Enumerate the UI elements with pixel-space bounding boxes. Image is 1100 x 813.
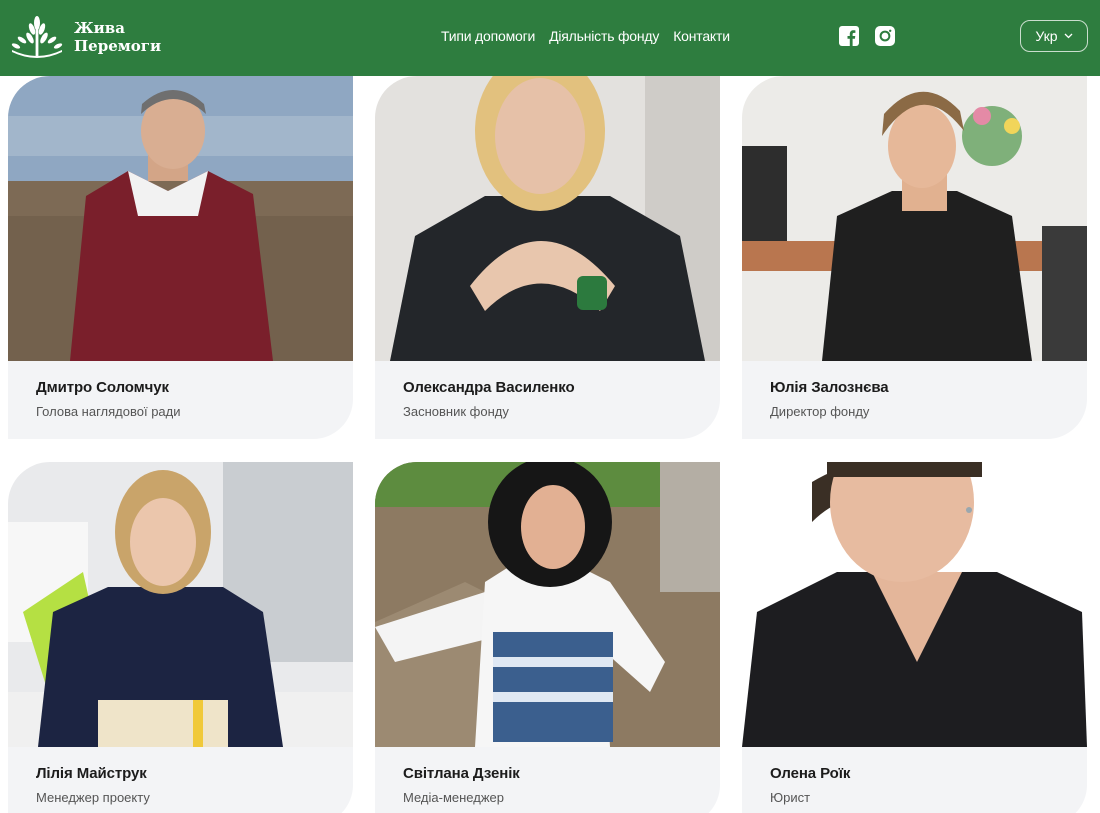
chevron-down-icon — [1064, 33, 1073, 39]
language-selected: Укр — [1035, 28, 1058, 44]
member-info: Світлана Дзенік Медіа-менеджер — [375, 747, 720, 813]
team-card[interactable]: Юлія Залознєва Директор фонду — [742, 76, 1087, 439]
team-grid: Дмитро Соломчук Голова наглядової ради О… — [0, 76, 1100, 813]
member-role: Юрист — [770, 790, 811, 805]
nav-link-activity[interactable]: Діяльність фонду — [549, 28, 659, 44]
main-nav: Типи допомоги Діяльність фонду Контакти — [441, 28, 730, 44]
brand-line-1: Жива — [74, 19, 125, 37]
nav-link-help-types[interactable]: Типи допомоги — [441, 28, 535, 44]
social-links — [839, 26, 895, 46]
member-info: Юлія Залознєва Директор фонду — [742, 361, 1087, 439]
brand-name: Жива Перемоги — [74, 19, 161, 55]
wheat-logo-icon — [11, 16, 63, 58]
team-card[interactable]: Олена Роїк Юрист — [742, 462, 1087, 813]
instagram-icon[interactable] — [875, 26, 895, 46]
member-name: Світлана Дзенік — [403, 765, 520, 782]
team-card[interactable]: Світлана Дзенік Медіа-менеджер — [375, 462, 720, 813]
member-role: Засновник фонду — [403, 404, 509, 419]
member-name: Юлія Залознєва — [770, 379, 889, 396]
nav-link-contacts[interactable]: Контакти — [673, 28, 730, 44]
team-card[interactable]: Олександра Василенко Засновник фонду — [375, 76, 720, 439]
brand-line-2: Перемоги — [74, 37, 162, 55]
member-info: Олена Роїк Юрист — [742, 747, 1087, 813]
facebook-icon[interactable] — [839, 26, 859, 46]
member-photo — [8, 462, 353, 747]
member-photo — [742, 462, 1087, 747]
member-photo — [742, 76, 1087, 361]
member-name: Дмитро Соломчук — [36, 379, 169, 396]
member-role: Медіа-менеджер — [403, 790, 504, 805]
member-info: Лілія Майструк Менеджер проекту — [8, 747, 353, 813]
member-photo — [375, 462, 720, 747]
member-name: Лілія Майструк — [36, 765, 147, 782]
member-info: Олександра Василенко Засновник фонду — [375, 361, 720, 439]
member-photo — [375, 76, 720, 361]
member-info: Дмитро Соломчук Голова наглядової ради — [8, 361, 353, 439]
team-card[interactable]: Лілія Майструк Менеджер проекту — [8, 462, 353, 813]
member-name: Олена Роїк — [770, 765, 851, 782]
member-role: Менеджер проекту — [36, 790, 150, 805]
site-logo[interactable]: Жива Перемоги — [8, 14, 168, 60]
site-header: Жива Перемоги Типи допомоги Діяльність ф… — [0, 0, 1100, 76]
member-role: Директор фонду — [770, 404, 870, 419]
language-selector[interactable]: Укр — [1020, 20, 1088, 52]
member-role: Голова наглядової ради — [36, 404, 181, 419]
member-photo — [8, 76, 353, 361]
member-name: Олександра Василенко — [403, 379, 575, 396]
team-card[interactable]: Дмитро Соломчук Голова наглядової ради — [8, 76, 353, 439]
